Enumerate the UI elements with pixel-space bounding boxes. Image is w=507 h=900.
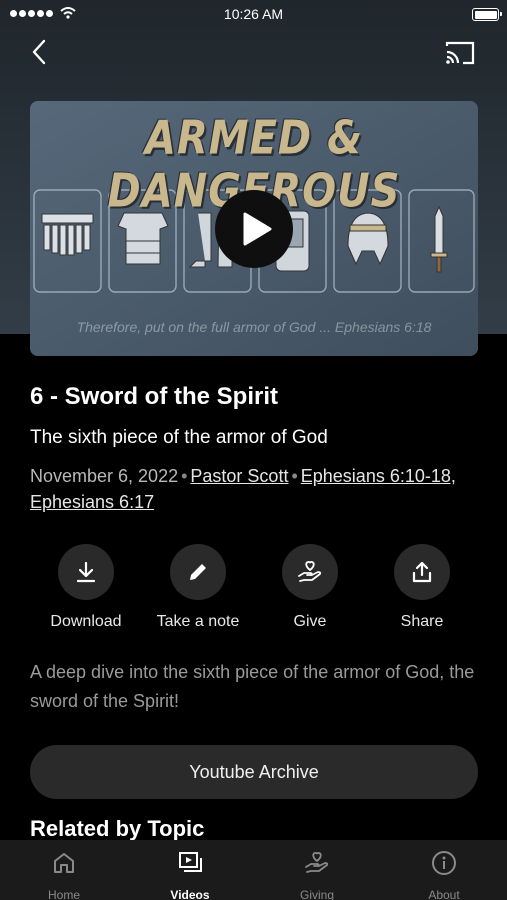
tab-about[interactable]: About [381, 840, 507, 900]
cast-icon [445, 41, 475, 65]
cast-button[interactable] [444, 40, 476, 66]
tab-bar: Home Videos Giving About [0, 840, 507, 900]
download-label: Download [50, 613, 122, 630]
tab-videos-label: Videos [170, 888, 210, 900]
pencil-icon [190, 564, 206, 580]
sermon-subtitle: The sixth piece of the armor of God [30, 427, 328, 448]
tab-home[interactable]: Home [1, 840, 127, 900]
download-button[interactable]: Download [30, 544, 142, 631]
play-button[interactable] [215, 190, 293, 268]
give-icon [298, 561, 322, 582]
sermon-meta: November 6, 2022 • Pastor Scott • Ephesians … [30, 463, 470, 515]
status-time: 10:26 AM [223, 6, 284, 22]
tab-giving[interactable]: Giving [254, 840, 380, 900]
action-row: Download Take a note Give Share [30, 544, 478, 634]
share-icon [412, 561, 432, 583]
giving-icon [305, 852, 329, 873]
thumbnail-quote: Therefore, put on the full armor of God … [76, 319, 432, 335]
sermon-description: A deep dive into the sixth piece of the … [30, 662, 475, 711]
speaker-link[interactable]: Pastor Scott [190, 466, 288, 486]
video-thumbnail[interactable]: ARMED & DANGEROUS Therefore, put on the … [30, 101, 478, 356]
youtube-archive-button[interactable]: Youtube Archive [30, 745, 478, 799]
separator: • [181, 466, 188, 486]
give-label: Give [293, 613, 327, 630]
separator: • [291, 466, 298, 486]
share-button[interactable]: Share [366, 544, 478, 631]
take-note-label: Take a note [156, 613, 240, 630]
tab-about-label: About [428, 888, 460, 900]
sermon-title: 6 - Sword of the Spirit [30, 383, 279, 410]
give-button[interactable]: Give [254, 544, 366, 631]
home-icon [54, 853, 74, 873]
tab-giving-label: Giving [299, 888, 334, 900]
info-icon [432, 851, 456, 875]
tab-videos[interactable]: Videos [127, 840, 253, 900]
download-icon [76, 561, 96, 583]
tab-home-label: Home [47, 888, 80, 900]
sermon-date: November 6, 2022 [30, 466, 179, 486]
battery-icon [472, 8, 502, 21]
status-bar: 10:26 AM [0, 0, 507, 28]
share-label: Share [400, 613, 444, 630]
related-heading: Related by Topic [30, 816, 205, 841]
videos-icon [179, 852, 202, 872]
play-icon [243, 212, 272, 246]
back-button[interactable] [26, 38, 54, 66]
take-note-button[interactable]: Take a note [142, 544, 254, 631]
chevron-left-icon [32, 39, 46, 65]
